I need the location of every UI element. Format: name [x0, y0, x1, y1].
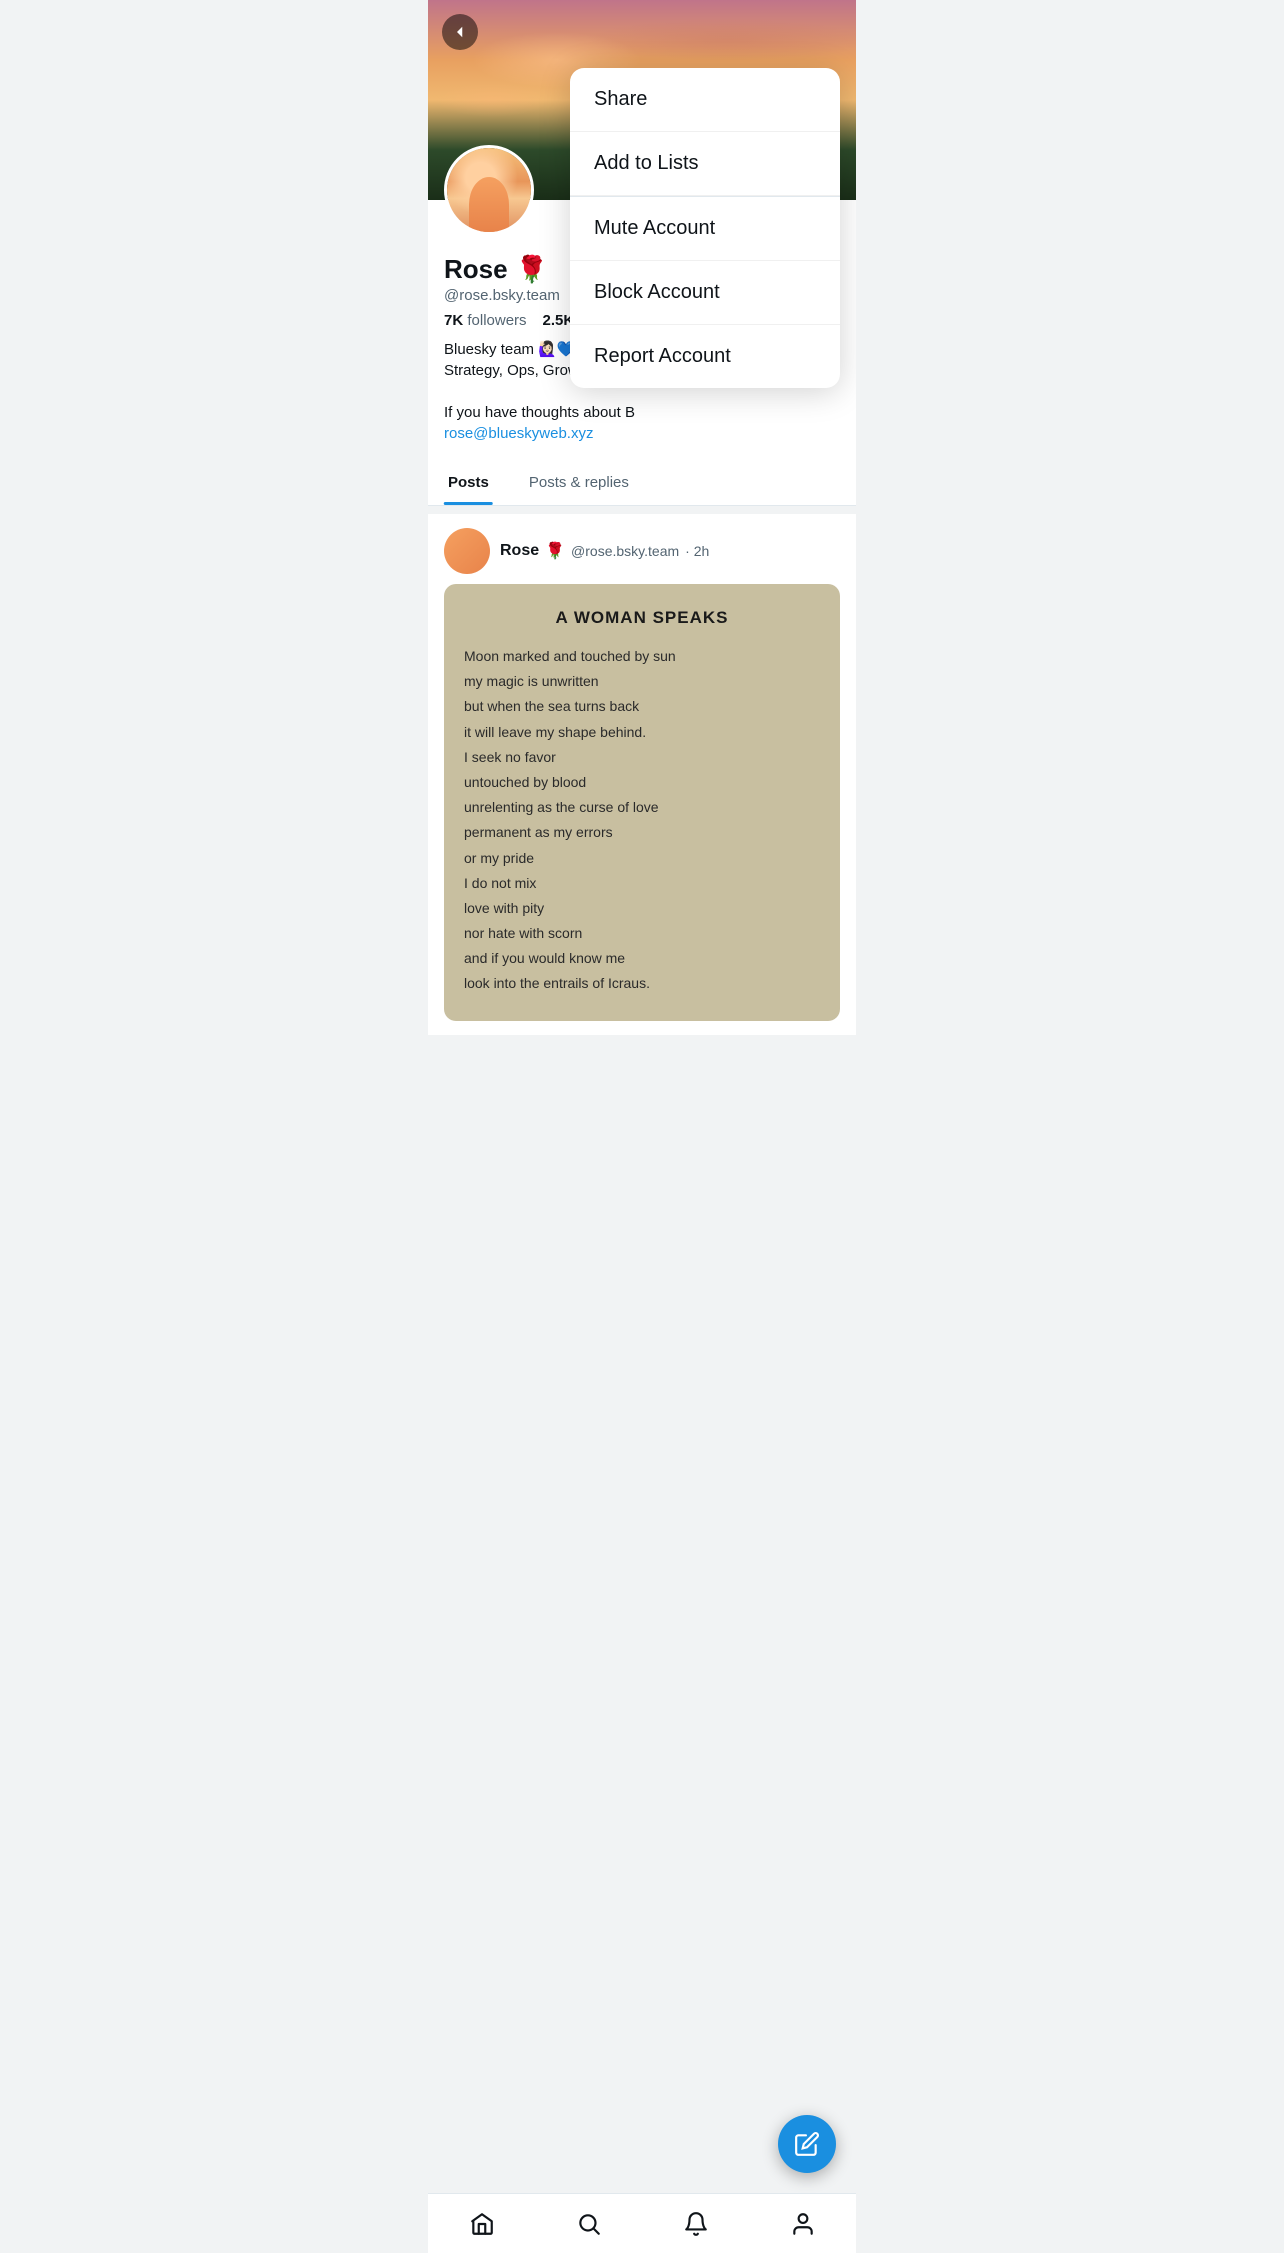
- poem-title: A WOMAN SPEAKS: [464, 608, 820, 628]
- poem-line-7: unrelenting as the curse of love: [464, 795, 820, 820]
- poem-line-5: I seek no favor: [464, 745, 820, 770]
- poem-line-12: nor hate with scorn: [464, 921, 820, 946]
- back-button[interactable]: [442, 14, 478, 50]
- dropdown-item-add-to-lists[interactable]: Add to Lists: [570, 132, 840, 196]
- post-handle: @rose.bsky.team: [571, 543, 679, 559]
- dropdown-menu: Share Add to Lists Mute Account Block Ac…: [570, 68, 840, 388]
- post-author: Rose: [500, 542, 539, 560]
- poem-line-11: love with pity: [464, 896, 820, 921]
- avatar-image: [447, 148, 531, 232]
- poem-line-1: Moon marked and touched by sun: [464, 644, 820, 669]
- poem-line-13: and if you would know me: [464, 946, 820, 971]
- poem-line-4: it will leave my shape behind.: [464, 720, 820, 745]
- dropdown-item-share[interactable]: Share: [570, 68, 840, 132]
- avatar-container: [444, 145, 534, 235]
- profile-name: Rose: [444, 254, 508, 285]
- bio-email[interactable]: rose@blueskyweb.xyz: [444, 425, 593, 442]
- poem-text: Moon marked and touched by sun my magic …: [464, 644, 820, 997]
- poem-line-10: I do not mix: [464, 871, 820, 896]
- poem-line-14: look into the entrails of Icraus.: [464, 971, 820, 996]
- nav-profile[interactable]: [781, 2202, 825, 2246]
- compose-fab[interactable]: [778, 2115, 836, 2173]
- page-wrapper: + Follow Rose 🌹 @rose.bsky.team 7K follo…: [428, 0, 856, 2253]
- post-header: Rose 🌹 @rose.bsky.team · 2h: [444, 528, 840, 574]
- avatar: [444, 145, 534, 235]
- followers-stat: 7K followers: [444, 312, 527, 329]
- nav-search[interactable]: [567, 2202, 611, 2246]
- post-image: A WOMAN SPEAKS Moon marked and touched b…: [444, 584, 840, 1021]
- post-author-emoji: 🌹: [545, 541, 565, 561]
- dropdown-item-mute-account[interactable]: Mute Account: [570, 197, 840, 261]
- post-feed: Rose 🌹 @rose.bsky.team · 2h A WOMAN SPEA…: [428, 514, 856, 1035]
- poem-line-9: or my pride: [464, 846, 820, 871]
- dropdown-item-block-account[interactable]: Block Account: [570, 261, 840, 325]
- poem-line-6: untouched by blood: [464, 770, 820, 795]
- post-avatar-image: [444, 528, 490, 574]
- post-meta: Rose 🌹 @rose.bsky.team · 2h: [500, 541, 709, 561]
- post-time: · 2h: [685, 543, 709, 559]
- dropdown-item-report-account[interactable]: Report Account: [570, 325, 840, 388]
- bottom-nav: [428, 2193, 856, 2253]
- poem-line-2: my magic is unwritten: [464, 669, 820, 694]
- tab-posts-replies[interactable]: Posts & replies: [509, 460, 649, 505]
- post-avatar: [444, 528, 490, 574]
- bio-line3: If you have thoughts about B: [444, 402, 840, 423]
- name-emoji: 🌹: [516, 254, 548, 285]
- poem-line-3: but when the sea turns back: [464, 694, 820, 719]
- nav-notifications[interactable]: [674, 2202, 718, 2246]
- tab-posts[interactable]: Posts: [428, 460, 509, 505]
- post-card: Rose 🌹 @rose.bsky.team · 2h A WOMAN SPEA…: [428, 514, 856, 1035]
- nav-home[interactable]: [460, 2202, 504, 2246]
- poem-line-8: permanent as my errors: [464, 820, 820, 845]
- post-meta-container: Rose 🌹 @rose.bsky.team · 2h: [500, 541, 709, 561]
- profile-tabs: Posts Posts & replies: [428, 460, 856, 506]
